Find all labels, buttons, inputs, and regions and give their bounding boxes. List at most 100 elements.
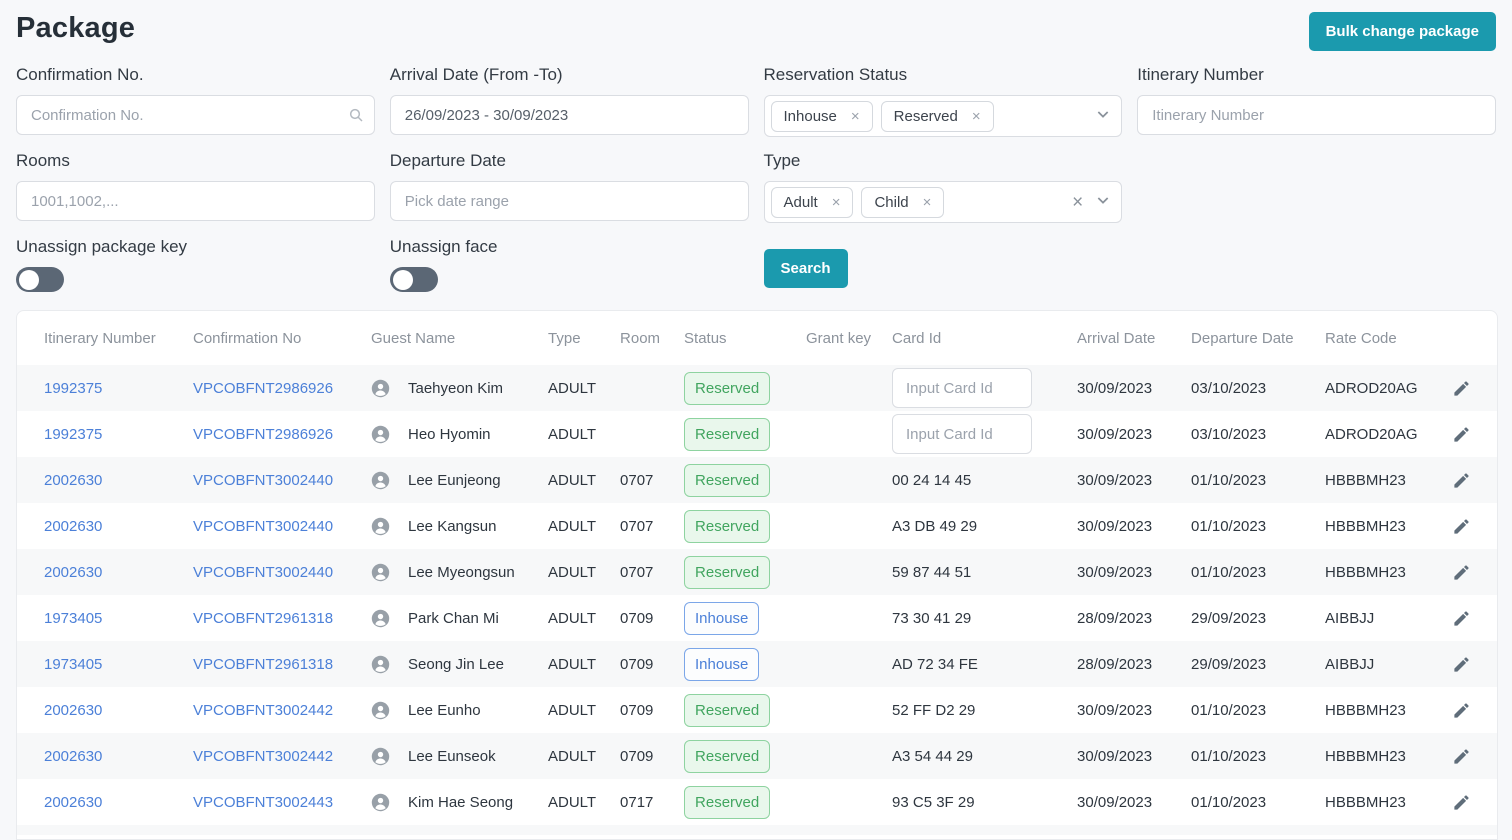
itinerary-number-link[interactable]: 2002630: [44, 794, 102, 811]
card-id-input[interactable]: [892, 414, 1033, 454]
itinerary-number-link[interactable]: 2002630: [44, 472, 102, 489]
room-number: [620, 365, 684, 411]
rooms-label: Rooms: [16, 151, 70, 170]
filter-departure-date: Departure Date: [389, 137, 749, 223]
page-title: Package: [16, 12, 136, 44]
confirmation-no-label: Confirmation No.: [16, 65, 144, 84]
edit-icon[interactable]: [1448, 513, 1475, 540]
status-badge: Reserved: [684, 463, 771, 497]
confirmation-no-link[interactable]: VPCOBFNT2986926: [193, 380, 333, 397]
edit-icon[interactable]: [1448, 743, 1475, 770]
guest-name: Lee Eunjeong: [408, 471, 501, 489]
guest-type: ADULT: [548, 425, 597, 443]
confirmation-no-link[interactable]: VPCOBFNT2961318: [193, 656, 333, 673]
reservation-status-select[interactable]: Inhouse × Reserved ×: [763, 95, 1123, 137]
type-select[interactable]: Adult × Child × ×: [763, 181, 1123, 223]
unassign-package-key-label: Unassign package key: [16, 237, 188, 256]
guest-type: ADULT: [548, 471, 597, 489]
arrival-date-input[interactable]: [389, 95, 749, 135]
arrival-date: 30/09/2023: [1077, 563, 1153, 581]
table-row: 1973405 VPCOBFNT2961318 Seong Jin Lee AD…: [17, 641, 1497, 687]
confirmation-no-link[interactable]: VPCOBFNT2961318: [193, 610, 333, 627]
confirmation-no-link[interactable]: VPCOBFNT3002440: [193, 564, 333, 581]
confirmation-no-link[interactable]: VPCOBFNT3002442: [193, 748, 333, 765]
table-row: 2002630 VPCOBFNT3002443 Kim Hae Seong AD…: [17, 779, 1497, 825]
edit-icon[interactable]: [1448, 697, 1475, 724]
table-row: 2002630 VPCOBFNT3002442 Lee Eunseok ADUL…: [17, 733, 1497, 779]
chevron-down-icon[interactable]: [1095, 192, 1111, 213]
guest-type: ADULT: [548, 563, 597, 581]
status-badge: Reserved: [684, 509, 771, 543]
guest-name: Heo Hyomin: [408, 425, 491, 443]
arrival-date: 30/09/2023: [1077, 379, 1153, 397]
col-status: Status: [684, 329, 727, 347]
chip-remove-icon[interactable]: ×: [832, 194, 841, 211]
confirmation-no-link[interactable]: VPCOBFNT3002440: [193, 472, 333, 489]
unassign-face-toggle[interactable]: [389, 267, 438, 292]
status-badge: Inhouse: [684, 601, 760, 635]
itinerary-number-link[interactable]: 1992375: [44, 380, 102, 397]
table-row: 1973405 VPCOBFNT2961318 Park Chan Mi ADU…: [17, 595, 1497, 641]
room-number: [620, 411, 684, 457]
face-registered-icon: [371, 425, 390, 444]
room-number: 0717: [620, 793, 654, 811]
itinerary-number-link[interactable]: 1973405: [44, 656, 102, 673]
face-registered-icon: [371, 609, 390, 628]
chip-label: Adult: [783, 193, 818, 211]
guest-name: Lee Myeongsun: [408, 563, 515, 581]
confirmation-no-link[interactable]: VPCOBFNT3002443: [193, 794, 333, 811]
card-id-input[interactable]: [892, 368, 1033, 408]
confirmation-no-input[interactable]: [16, 95, 375, 135]
departure-date: 01/10/2023: [1191, 701, 1267, 719]
chip-remove-icon[interactable]: ×: [851, 108, 860, 125]
guest-type: ADULT: [548, 701, 597, 719]
arrival-date: 30/09/2023: [1077, 747, 1153, 765]
departure-date: 29/09/2023: [1191, 609, 1267, 627]
edit-icon[interactable]: [1448, 789, 1475, 816]
clear-selection-icon[interactable]: ×: [1072, 193, 1083, 212]
confirmation-no-link[interactable]: VPCOBFNT3002440: [193, 518, 333, 535]
guest-name: Lee Kangsun: [408, 517, 497, 535]
rooms-input[interactable]: [16, 181, 375, 221]
grant-key-cell: [806, 549, 892, 595]
room-number: 0709: [620, 609, 654, 627]
guest-type: ADULT: [548, 747, 597, 765]
filter-chip: Reserved ×: [880, 100, 994, 132]
col-room: Room: [620, 329, 661, 347]
bulk-change-package-button[interactable]: Bulk change package: [1308, 12, 1496, 51]
room-number: 0709: [620, 747, 654, 765]
status-badge: Reserved: [684, 555, 771, 589]
edit-icon[interactable]: [1448, 651, 1475, 678]
itinerary-number-link[interactable]: 2002630: [44, 748, 102, 765]
face-registered-icon: [371, 379, 390, 398]
confirmation-no-link[interactable]: VPCOBFNT3002442: [193, 702, 333, 719]
edit-icon[interactable]: [1448, 421, 1475, 448]
edit-icon[interactable]: [1448, 467, 1475, 494]
rate-code: HBBBMH23: [1325, 747, 1406, 765]
face-registered-icon: [371, 471, 390, 490]
itinerary-number-link[interactable]: 1992375: [44, 426, 102, 443]
chevron-down-icon[interactable]: [1095, 106, 1111, 127]
chip-remove-icon[interactable]: ×: [923, 194, 932, 211]
edit-icon[interactable]: [1448, 605, 1475, 632]
face-registered-icon: [371, 701, 390, 720]
filter-panel: Confirmation No. Arrival Date (From -To)…: [16, 65, 1496, 292]
itinerary-number-link[interactable]: 2002630: [44, 702, 102, 719]
confirmation-no-link[interactable]: VPCOBFNT2986926: [193, 426, 333, 443]
grant-key-cell: [806, 411, 892, 457]
itinerary-number-input[interactable]: [1137, 95, 1496, 135]
itinerary-number-link[interactable]: 1973405: [44, 610, 102, 627]
itinerary-number-link[interactable]: 2002630: [44, 518, 102, 535]
edit-icon[interactable]: [1448, 559, 1475, 586]
unassign-package-key-toggle[interactable]: [16, 267, 64, 292]
search-button[interactable]: Search: [763, 249, 848, 288]
chip-remove-icon[interactable]: ×: [972, 108, 981, 125]
reservation-status-label: Reservation Status: [763, 65, 908, 84]
departure-date-input[interactable]: [389, 181, 749, 221]
col-departure-date: Departure Date: [1191, 329, 1294, 347]
chip-label: Reserved: [893, 107, 958, 125]
rate-code: HBBBMH23: [1325, 793, 1406, 811]
grant-key-cell: [806, 457, 892, 503]
edit-icon[interactable]: [1448, 375, 1475, 402]
itinerary-number-link[interactable]: 2002630: [44, 564, 102, 581]
